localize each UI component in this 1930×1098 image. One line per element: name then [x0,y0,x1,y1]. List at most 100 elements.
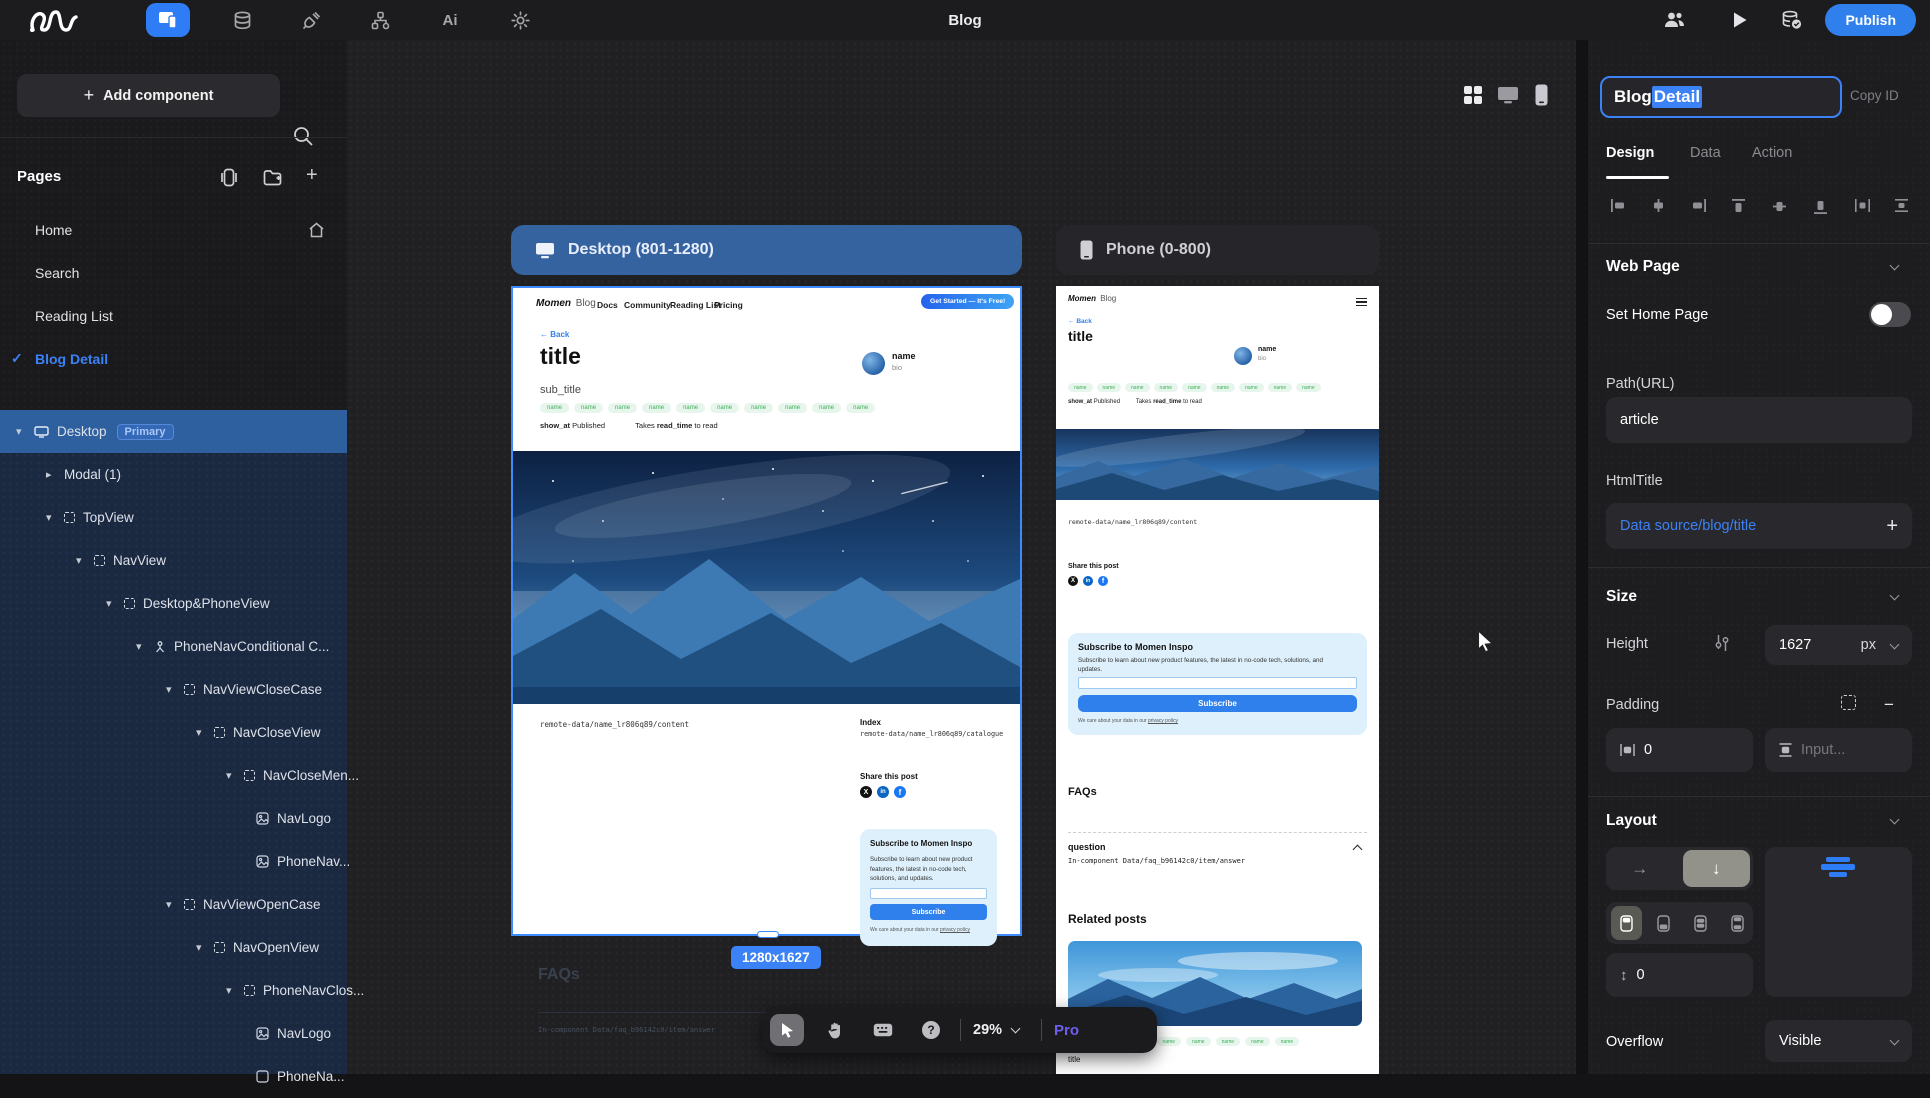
height-input[interactable]: 1627 px [1765,625,1912,665]
tag-pill[interactable]: name [812,403,841,413]
tag-pill[interactable]: name [608,403,637,413]
caret-down-icon[interactable]: ▾ [46,511,64,524]
tag-pill[interactable]: name [676,403,705,413]
content-binding[interactable]: remote-data/name_lr806q89/content [540,720,689,729]
hero-image[interactable] [513,451,1020,704]
caret-down-icon[interactable]: ▾ [76,554,94,567]
data-sync-button[interactable] [1770,3,1814,37]
caret-right-icon[interactable]: ▸ [46,468,64,481]
chevron-up-icon[interactable] [1353,845,1363,855]
phone-artboard[interactable]: Momen Blog ← Back title name bio name na… [1056,286,1379,1074]
sidebar-item-home[interactable]: Home [0,208,347,251]
tag-pill[interactable]: name [574,403,603,413]
tab-design[interactable]: Design [1606,145,1654,161]
tab-data[interactable]: Data [1690,145,1721,161]
tag-pill[interactable]: name [1239,383,1264,392]
x-icon[interactable]: X [860,786,872,798]
home-icon[interactable] [308,222,325,238]
collaborators-button[interactable] [1652,3,1696,37]
direction-column-button[interactable]: ↓ [1683,850,1751,887]
layout-section-header[interactable]: Layout [1606,812,1657,830]
related-post-title[interactable]: title [1068,1055,1080,1064]
tag-pill[interactable]: name [540,403,569,413]
tag-pill[interactable]: name [1211,383,1236,392]
caret-down-icon[interactable]: ▾ [166,898,184,911]
add-folder-icon[interactable] [263,169,282,186]
add-page-icon[interactable]: + [306,164,318,187]
sliders-icon[interactable] [1714,634,1730,652]
tree-row-nav-logo[interactable]: NavLogo [0,797,347,840]
nav-link-docs[interactable]: Docs [597,300,618,310]
tag-pill[interactable]: name [1097,383,1122,392]
gap-input[interactable]: ↕ 0 [1606,953,1753,997]
align-left-button[interactable] [1610,198,1627,213]
tag-pill[interactable]: name [1154,383,1179,392]
padding-v-input[interactable]: Input... [1765,728,1912,772]
sidebar-item-reading-list[interactable]: Reading List [0,294,347,337]
shortcuts-button[interactable] [866,1014,900,1046]
help-button[interactable]: ? [914,1014,948,1046]
add-component-button[interactable]: + Add component [17,74,280,117]
html-title-input[interactable]: Data source/blog/title + [1606,503,1912,549]
nav-link-pricing[interactable]: Pricing [714,300,743,310]
grid-view-icon[interactable] [1463,85,1483,105]
tree-row-nav-logo[interactable]: NavLogo [0,1012,347,1055]
subscribe-button[interactable]: Subscribe [870,904,987,920]
article-subtitle[interactable]: sub_title [540,384,581,396]
tree-row-nav-close-view[interactable]: ▾ NavCloseView [0,711,347,754]
author-avatar[interactable] [862,352,885,375]
nav-link-community[interactable]: Community [624,300,671,310]
duplicate-page-icon[interactable] [221,168,237,187]
padding-collapse-icon[interactable]: − [1884,695,1894,715]
distribute-v-button[interactable] [1893,198,1910,213]
add-binding-icon[interactable]: + [1886,515,1898,538]
tag-pill[interactable]: name [642,403,671,413]
tag-pill[interactable]: name [1157,1037,1182,1046]
chevron-down-icon[interactable] [1011,1024,1021,1034]
tag-pill[interactable]: name [1296,383,1321,392]
align-right-button[interactable] [1690,198,1707,213]
size-section-header[interactable]: Size [1606,588,1637,606]
phone-frame-header[interactable]: Phone (0-800) [1056,225,1379,275]
x-icon[interactable]: X [1068,576,1078,586]
overflow-select[interactable]: Visible [1765,1020,1912,1062]
caret-down-icon[interactable]: ▾ [136,640,154,653]
component-name-input[interactable]: Blog Detail [1600,76,1842,118]
tag-pill[interactable]: name [710,403,739,413]
resize-handle[interactable] [757,931,779,938]
set-home-page-toggle[interactable] [1869,302,1911,327]
align-center-h-button[interactable] [1650,198,1667,213]
align-top-button[interactable] [1731,198,1746,215]
tag-pill[interactable]: name [1182,383,1207,392]
padding-sides-icon[interactable] [1841,695,1856,710]
sidebar-item-blog-detail[interactable]: ✓ Blog Detail [0,337,347,380]
direction-row-button[interactable]: → [1606,859,1674,879]
tag-pill[interactable]: name [1186,1037,1211,1046]
tag-pill[interactable]: name [1216,1037,1241,1046]
webpage-section-header[interactable]: Web Page [1606,258,1680,276]
tag-pill[interactable]: name [778,403,807,413]
subscribe-email-input[interactable] [870,888,987,899]
blog-logo[interactable]: Momen Blog [536,298,596,309]
chevron-down-icon[interactable] [1890,261,1900,271]
tree-row-phone-nav-close[interactable]: ▾ PhoneNavClos... [0,969,347,1012]
back-link[interactable]: ← Back [540,330,569,339]
caret-down-icon[interactable]: ▾ [196,726,214,739]
tag-pill[interactable]: name [744,403,773,413]
article-title[interactable]: title [1068,328,1093,344]
article-title[interactable]: title [540,343,581,370]
tag-pill[interactable]: name [846,403,875,413]
tree-row-modal[interactable]: ▸ Modal (1) [0,453,347,496]
search-icon[interactable] [292,125,314,147]
hand-tool-button[interactable] [818,1014,852,1046]
tag-pill[interactable]: name [1125,383,1150,392]
get-started-button[interactable]: Get Started — It's Free! [921,294,1014,309]
caret-down-icon[interactable]: ▾ [226,769,244,782]
select-tool-button[interactable] [770,1014,804,1046]
desktop-frame-header[interactable]: Desktop (801-1280) [511,225,1022,275]
path-url-input[interactable]: article [1606,397,1912,443]
linkedin-icon[interactable]: in [1083,576,1093,586]
chevron-down-icon[interactable] [1890,815,1900,825]
align-start-button[interactable] [1611,906,1642,940]
linkedin-icon[interactable]: in [877,786,889,798]
